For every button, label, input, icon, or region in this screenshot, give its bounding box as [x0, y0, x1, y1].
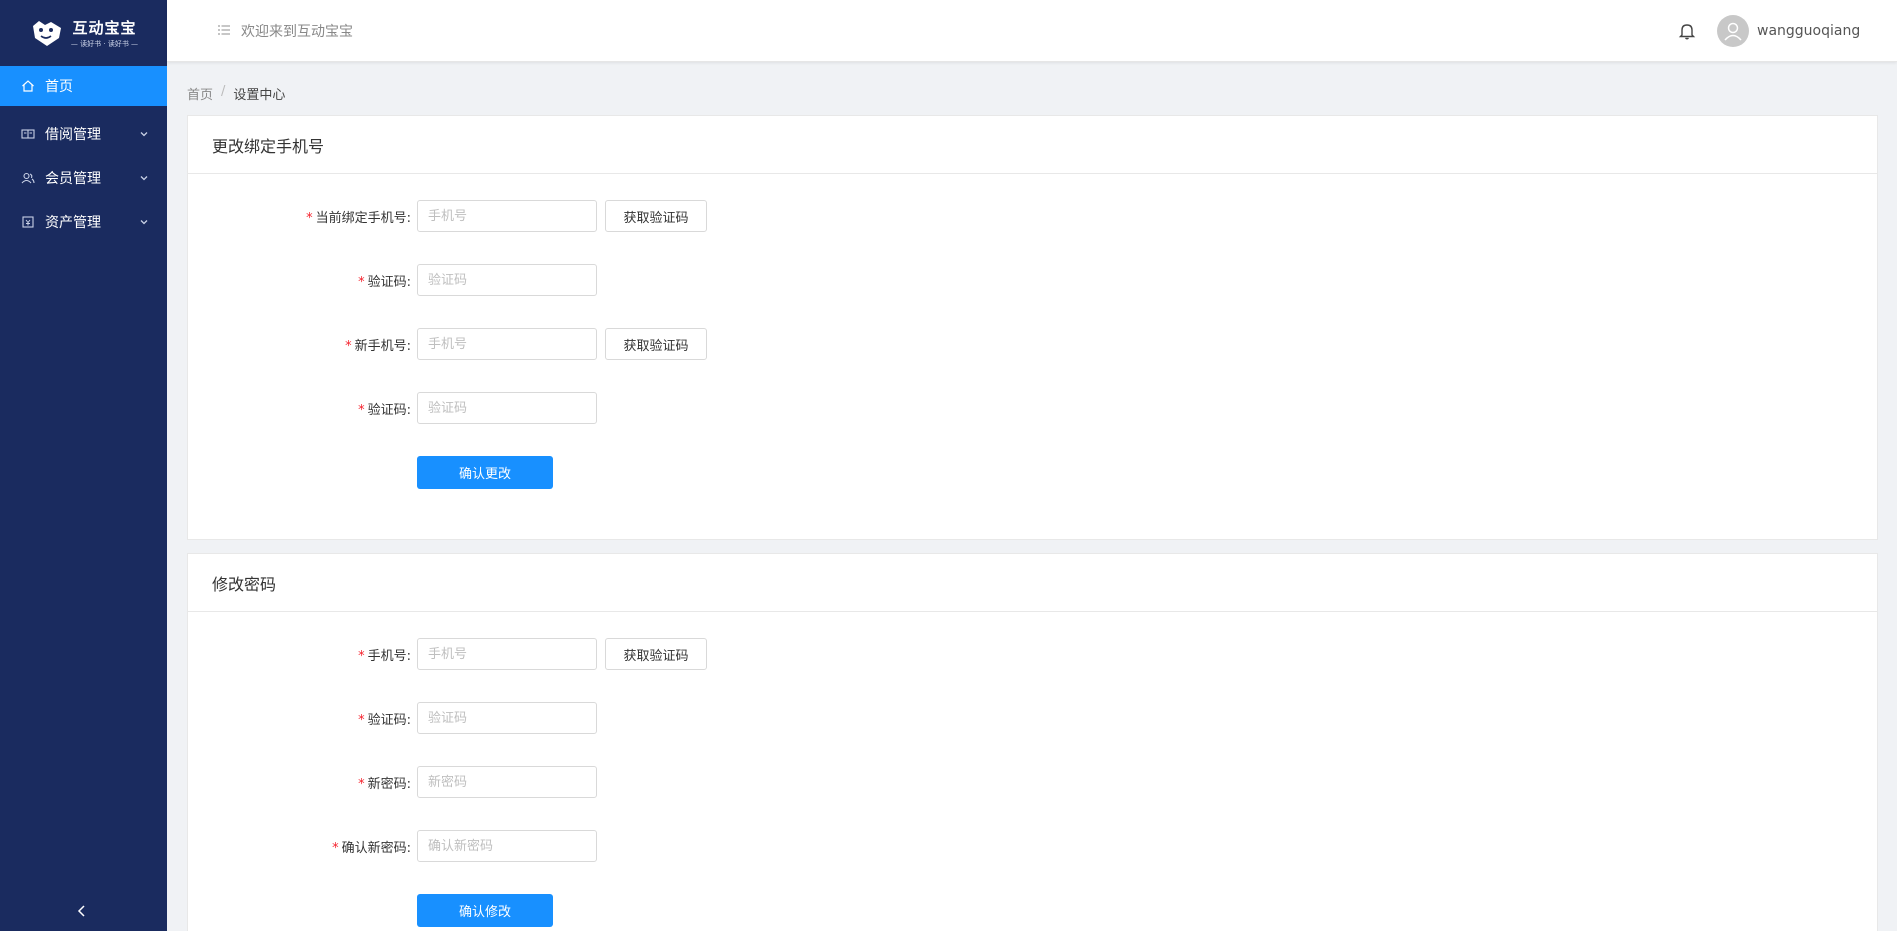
sidebar-item-members[interactable]: 会员管理 [0, 156, 167, 200]
new-code-input[interactable] [417, 392, 597, 424]
form-label: * 验证码: [358, 403, 411, 418]
book-icon [20, 126, 36, 142]
sidebar-item-label: 资产管理 [45, 215, 101, 231]
form-label: * 手机号: [358, 649, 411, 664]
sidebar-item-borrow[interactable]: 借阅管理 [0, 112, 167, 156]
breadcrumb: 首页 / 设置中心 [187, 84, 285, 103]
sidebar-item-home[interactable]: 首页 [0, 66, 167, 106]
avatar[interactable] [1717, 15, 1749, 47]
code-input[interactable] [417, 702, 597, 734]
bell-icon[interactable] [1678, 21, 1696, 41]
phone-input[interactable] [417, 638, 597, 670]
form-label: * 当前绑定手机号: [306, 211, 411, 226]
breadcrumb-separator: / [221, 84, 226, 99]
new-phone-input[interactable] [417, 328, 597, 360]
logo-icon [32, 21, 61, 46]
chevron-down-icon [140, 132, 148, 137]
change-password-card: 修改密码 *手机号: 获取验证码 *验证码: *新密码: *确认新密码: 确认修… [187, 553, 1878, 931]
confirm-change-button[interactable]: 确认更改 [417, 456, 553, 489]
brand-slogan: — 读好书 · 读好书 — [70, 40, 139, 48]
sidebar-item-label: 借阅管理 [45, 127, 101, 143]
form-label: * 验证码: [358, 713, 411, 728]
brand-logo[interactable]: 互动宝宝 — 读好书 · 读好书 — [0, 0, 167, 66]
chevron-down-icon [140, 220, 148, 225]
breadcrumb-current: 设置中心 [233, 88, 286, 103]
asset-icon [20, 214, 36, 230]
get-code-button[interactable]: 获取验证码 [605, 638, 707, 670]
form-label: * 新密码: [358, 777, 411, 792]
menu-toggle-icon[interactable] [217, 23, 231, 37]
confirm-modify-button[interactable]: 确认修改 [417, 894, 553, 927]
card-title: 更改绑定手机号 [188, 116, 1877, 174]
collapse-sidebar-icon[interactable] [74, 903, 90, 919]
form-label: * 确认新密码: [332, 841, 411, 856]
users-icon [20, 170, 36, 186]
get-code-button[interactable]: 获取验证码 [605, 200, 707, 232]
username[interactable]: wangguoqiang [1757, 23, 1860, 39]
brand-title: 互动宝宝 [72, 19, 137, 37]
current-phone-input[interactable] [417, 200, 597, 232]
card-title: 修改密码 [188, 554, 1877, 612]
new-password-input[interactable] [417, 766, 597, 798]
sidebar: 互动宝宝 — 读好书 · 读好书 — 首页 借阅管理 会员管理 资产管理 [0, 0, 167, 931]
top-header: 欢迎来到互动宝宝 wangguoqiang [167, 0, 1897, 62]
form-label: * 验证码: [358, 275, 411, 290]
user-icon [1724, 22, 1742, 41]
get-code-button[interactable]: 获取验证码 [605, 328, 707, 360]
current-code-input[interactable] [417, 264, 597, 296]
breadcrumb-home[interactable]: 首页 [187, 84, 213, 103]
home-icon [20, 78, 36, 94]
welcome-text: 欢迎来到互动宝宝 [241, 24, 353, 40]
sidebar-item-label: 首页 [45, 79, 73, 95]
sidebar-item-label: 会员管理 [45, 171, 101, 187]
form-label: * 新手机号: [345, 339, 411, 354]
change-phone-card: 更改绑定手机号 *当前绑定手机号: 获取验证码 *验证码: *新手机号: 获取验… [187, 115, 1878, 540]
confirm-password-input[interactable] [417, 830, 597, 862]
sidebar-item-assets[interactable]: 资产管理 [0, 200, 167, 244]
chevron-down-icon [140, 176, 148, 181]
